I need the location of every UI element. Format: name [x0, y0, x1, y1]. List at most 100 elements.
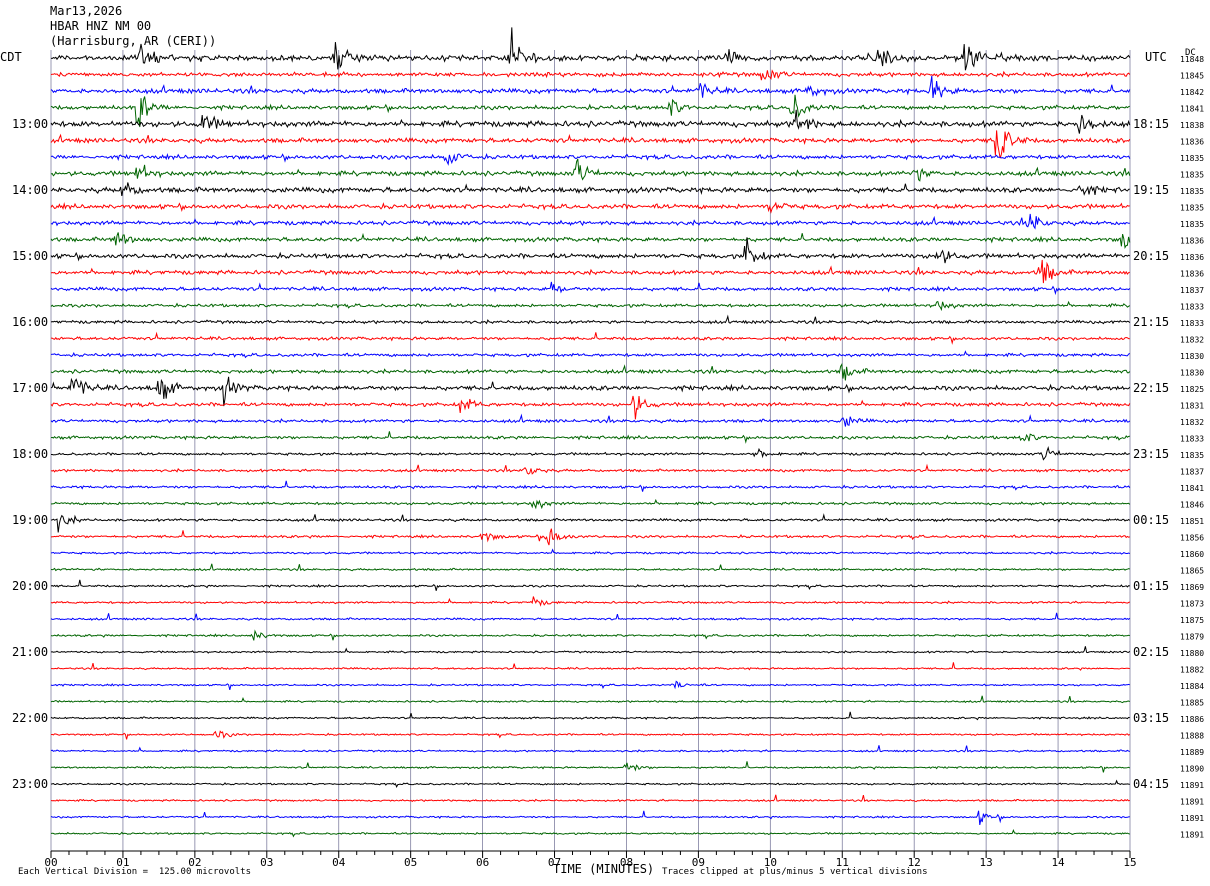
trace-line: [50, 498, 1131, 510]
cdt-hour-label: 20:00: [12, 579, 48, 593]
dc-offset-label: 11875: [1180, 616, 1204, 625]
dc-offset-label: 11885: [1180, 699, 1204, 708]
dc-offset-label: 11830: [1180, 369, 1204, 378]
trace-line: [50, 152, 1131, 166]
trace-line: [50, 711, 1130, 721]
dc-offset-label: 11880: [1180, 649, 1204, 658]
trace-line: [50, 237, 1131, 264]
utc-hour-label: 21:15: [1133, 315, 1169, 329]
trace-line: [50, 27, 1131, 71]
dc-offset-label: 11891: [1180, 831, 1204, 840]
dc-offset-label: 11856: [1180, 534, 1204, 543]
dc-offset-label: 11886: [1180, 715, 1204, 724]
trace-line: [50, 794, 1130, 803]
cdt-hour-label: 16:00: [12, 315, 48, 329]
dc-offset-label: 11830: [1180, 352, 1204, 361]
x-tick-label: 03: [260, 856, 273, 869]
dc-offset-label: 11860: [1180, 550, 1204, 559]
dc-offset-label: 11836: [1180, 237, 1204, 246]
cdt-hour-label: 14:00: [12, 183, 48, 197]
dc-offset-label: 11865: [1180, 567, 1204, 576]
dc-offset-label: 11882: [1180, 666, 1204, 675]
trace-line: [50, 548, 1131, 555]
trace-line: [50, 745, 1130, 753]
dc-offset-label: 11835: [1180, 154, 1204, 163]
trace-line: [51, 761, 1131, 773]
cdt-hour-label: 13:00: [12, 117, 48, 131]
dc-offset-label: 11879: [1180, 633, 1204, 642]
helicorder-plot: 00 01 02 03 04 05 06 07 08 09 10 11 12 13 14 1511848118…: [12, 27, 1204, 869]
trace-line: [50, 579, 1130, 591]
trace-line: [50, 259, 1130, 284]
trace-line: [50, 629, 1130, 641]
dc-offset-label: 11835: [1180, 451, 1204, 460]
dc-offset-label: 11889: [1180, 748, 1204, 757]
trace-line: [50, 350, 1131, 359]
dc-offset-label: 11891: [1180, 814, 1204, 823]
trace-line: [50, 130, 1131, 159]
utc-hour-label: 23:15: [1133, 447, 1169, 461]
trace-line: [50, 75, 1131, 99]
cdt-hour-label: 15:00: [12, 249, 48, 263]
dc-offset-label: 11837: [1180, 286, 1204, 295]
x-axis-title: TIME (MINUTES): [553, 862, 655, 876]
trace-line: [50, 528, 1130, 546]
trace-line: [50, 680, 1130, 691]
dc-offset-label: 11884: [1180, 682, 1204, 691]
trace-line: [50, 281, 1131, 296]
dc-offset-label: 11835: [1180, 171, 1204, 180]
trace-line: [50, 463, 1130, 475]
utc-hour-label: 02:15: [1133, 645, 1169, 659]
dc-offset-label: 11845: [1180, 72, 1204, 81]
dc-offset-label: 11838: [1180, 121, 1204, 130]
dc-offset-label: 11841: [1180, 484, 1204, 493]
utc-hour-label: 00:15: [1133, 513, 1169, 527]
dc-offset-label: 11842: [1180, 88, 1204, 97]
trace-line: [51, 446, 1130, 461]
utc-hour-label: 22:15: [1133, 381, 1169, 395]
trace-line: [50, 828, 1130, 838]
trace-line: [50, 395, 1131, 420]
dc-offset-label: 11832: [1180, 418, 1204, 427]
utc-hour-label: 19:15: [1133, 183, 1169, 197]
trace-line: [50, 596, 1131, 607]
trace-line: [50, 779, 1130, 788]
dc-offset-label: 11837: [1180, 468, 1204, 477]
utc-hour-label: 03:15: [1133, 711, 1169, 725]
dc-offset-label: 11891: [1180, 798, 1204, 807]
cdt-hour-label: 18:00: [12, 447, 48, 461]
dc-offset-label: 11873: [1180, 600, 1204, 609]
trace-line: [50, 182, 1130, 196]
x-tick-label: 14: [1051, 856, 1065, 869]
trace-line: [50, 109, 1131, 134]
trace-line: [50, 376, 1131, 407]
trace-line: [50, 431, 1130, 444]
dc-offset-label: 11833: [1180, 303, 1204, 312]
utc-hour-label: 18:15: [1133, 117, 1169, 131]
trace-line: [50, 810, 1130, 825]
dc-offset-label: 11833: [1180, 319, 1204, 328]
trace-line: [50, 158, 1131, 182]
trace-line: [51, 331, 1130, 345]
utc-hour-label: 20:15: [1133, 249, 1169, 263]
trace-line: [50, 513, 1131, 533]
trace-line: [50, 213, 1130, 230]
dc-offset-label: 11833: [1180, 435, 1204, 444]
trace-line: [50, 730, 1131, 740]
dc-offset-label: 11841: [1180, 105, 1204, 114]
trace-line: [50, 232, 1131, 249]
dc-offset-label: 11848: [1180, 55, 1204, 64]
x-tick-label: 04: [332, 856, 346, 869]
dc-offset-label: 11836: [1180, 138, 1204, 147]
utc-hour-label: 04:15: [1133, 777, 1169, 791]
x-tick-label: 05: [404, 856, 417, 869]
trace-line: [50, 480, 1131, 492]
cdt-hour-label: 21:00: [12, 645, 48, 659]
x-tick-label: 06: [476, 856, 489, 869]
trace-line: [50, 563, 1130, 572]
cdt-hour-label: 19:00: [12, 513, 48, 527]
dc-offset-label: 11831: [1180, 402, 1204, 411]
trace-line: [50, 695, 1131, 704]
x-tick-label: 13: [980, 856, 993, 869]
dc-offset-label: 11851: [1180, 517, 1204, 526]
